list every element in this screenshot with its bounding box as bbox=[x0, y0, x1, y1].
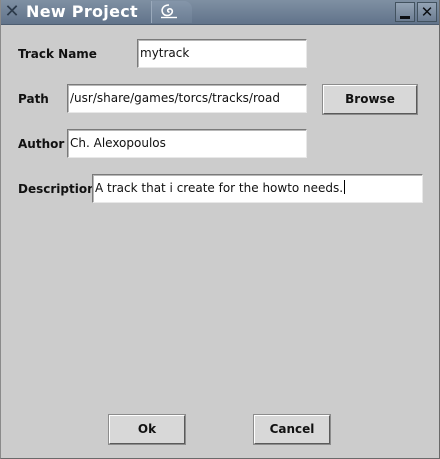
swirl-logo-icon bbox=[161, 4, 177, 19]
minimize-button[interactable] bbox=[395, 2, 415, 22]
window-menu-x-icon[interactable]: ✕ bbox=[3, 1, 21, 23]
description-field[interactable]: A track that i create for the howto need… bbox=[92, 174, 423, 203]
window-title: New Project bbox=[26, 2, 138, 21]
description-value: A track that i create for the howto need… bbox=[95, 181, 344, 195]
title-bar[interactable]: ✕ New Project ✕ bbox=[1, 0, 439, 25]
path-field[interactable]: /usr/share/games/torcs/tracks/road bbox=[67, 84, 307, 113]
new-project-dialog: ✕ New Project ✕ Track Name mytrack Path … bbox=[0, 0, 440, 459]
author-field[interactable]: Ch. Alexopoulos bbox=[67, 129, 307, 158]
minimize-icon bbox=[400, 16, 410, 19]
path-value: /usr/share/games/torcs/tracks/road bbox=[70, 91, 280, 105]
text-caret bbox=[344, 180, 346, 194]
close-button[interactable]: ✕ bbox=[417, 2, 437, 22]
track-name-field[interactable]: mytrack bbox=[137, 39, 307, 68]
cancel-button[interactable]: Cancel bbox=[254, 415, 330, 444]
track-name-value: mytrack bbox=[140, 46, 190, 60]
description-label: Description bbox=[18, 182, 96, 196]
author-value: Ch. Alexopoulos bbox=[70, 136, 166, 150]
path-label: Path bbox=[18, 92, 49, 106]
browse-button[interactable]: Browse bbox=[323, 85, 417, 114]
close-icon: ✕ bbox=[420, 3, 434, 21]
ok-button[interactable]: Ok bbox=[109, 415, 185, 444]
track-name-label: Track Name bbox=[18, 47, 97, 61]
author-label: Author bbox=[18, 137, 65, 151]
